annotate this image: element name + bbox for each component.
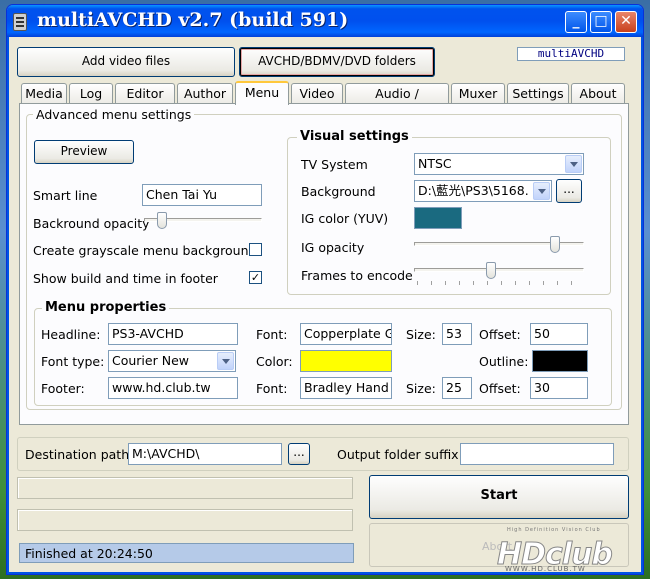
advanced-menu-settings-legend: Advanced menu settings xyxy=(33,107,195,122)
add-folders-button[interactable]: AVCHD/BDMV/DVD folders xyxy=(239,47,435,77)
tab-strip: Media Log Editor Author Menu Video Audio… xyxy=(19,81,629,120)
show-build-time-checkbox[interactable]: ✓ xyxy=(249,271,262,284)
slider-thumb[interactable] xyxy=(157,212,167,229)
watermark-tagline: High Definition Vision Club xyxy=(507,527,601,533)
tab-about[interactable]: About xyxy=(571,83,625,104)
menu-tab-panel: Advanced menu settings Preview Smart lin… xyxy=(19,103,629,425)
ig-opacity-slider[interactable] xyxy=(414,236,584,260)
font-type-select[interactable]: Courier New xyxy=(108,350,236,372)
headline-input[interactable]: PS3-AVCHD xyxy=(108,323,238,345)
footer-font-input[interactable]: Bradley Hand IT xyxy=(300,377,392,399)
headline-font-label: Font: xyxy=(256,327,288,342)
headline-font-input[interactable]: Copperplate Go xyxy=(300,323,392,345)
footer-offset-label: Offset: xyxy=(479,381,521,396)
tv-system-value: NTSC xyxy=(418,156,452,171)
footer-size-label: Size: xyxy=(406,381,436,396)
minimize-button[interactable]: _ xyxy=(565,11,587,33)
smart-line-input[interactable]: Chen Tai Yu xyxy=(142,184,262,206)
background-select[interactable]: D:\藍光\PS3\5168. xyxy=(414,180,552,202)
app-icon[interactable] xyxy=(13,13,27,31)
footer-size-input[interactable]: 25 xyxy=(442,377,472,399)
grayscale-background-checkbox[interactable] xyxy=(249,243,262,256)
menu-properties-legend: Menu properties xyxy=(42,300,170,315)
tab-log[interactable]: Log xyxy=(69,83,113,104)
progress-bar-1 xyxy=(17,477,353,499)
slider-thumb[interactable] xyxy=(550,236,560,253)
background-value: D:\藍光\PS3\5168. xyxy=(418,183,529,198)
tab-muxer[interactable]: Muxer xyxy=(451,83,505,104)
destination-path-label: Destination path: xyxy=(25,447,134,462)
visual-settings-legend: Visual settings xyxy=(297,129,412,144)
footer-offset-input[interactable]: 30 xyxy=(530,377,588,399)
title-bar[interactable]: multiAVCHD v2.7 (build 591) _ □ ✕ xyxy=(7,5,643,37)
output-suffix-input[interactable] xyxy=(460,443,614,465)
tab-audio-subtitles[interactable]: Audio / Subtitles xyxy=(345,83,449,120)
background-label: Background xyxy=(301,184,376,199)
tab-video[interactable]: Video xyxy=(291,83,343,104)
frames-to-encode-slider[interactable] xyxy=(414,262,584,286)
font-type-label: Font type: xyxy=(41,354,105,369)
maximize-button[interactable]: □ xyxy=(590,11,612,33)
progress-bar-2 xyxy=(17,509,353,531)
smart-line-label: Smart line xyxy=(33,188,98,203)
outline-color-swatch[interactable] xyxy=(532,350,588,372)
tab-settings[interactable]: Settings xyxy=(507,83,569,104)
hdclub-watermark: High Definition Vision Club HDclub WWW.H… xyxy=(477,525,643,573)
tv-system-label: TV System xyxy=(301,157,368,172)
show-build-time-label: Show build and time in footer xyxy=(33,271,218,286)
tab-author[interactable]: Author xyxy=(177,83,233,104)
destination-group: Destination path: M:\AVCHD\ ... Output f… xyxy=(17,437,629,471)
tab-media[interactable]: Media xyxy=(21,83,67,104)
headline-offset-input[interactable]: 50 xyxy=(530,323,588,345)
tab-editor[interactable]: Editor xyxy=(115,83,175,104)
preview-button[interactable]: Preview xyxy=(34,140,134,164)
font-type-value: Courier New xyxy=(112,353,189,368)
app-tag-label: multiAVCHD xyxy=(517,47,625,61)
text-color-swatch[interactable] xyxy=(300,350,392,372)
start-button[interactable]: Start xyxy=(369,475,629,519)
footer-font-label: Font: xyxy=(256,381,288,396)
close-button[interactable]: ✕ xyxy=(615,11,637,33)
grayscale-background-label: Create grayscale menu background xyxy=(33,243,257,258)
color-label: Color: xyxy=(256,354,293,369)
chevron-down-icon[interactable] xyxy=(565,155,582,173)
headline-size-label: Size: xyxy=(406,327,436,342)
frames-to-encode-label: Frames to encode xyxy=(301,268,413,283)
status-text: Finished at 20:24:50 xyxy=(19,543,354,563)
window-title: multiAVCHD v2.7 (build 591) xyxy=(37,9,349,31)
background-opacity-slider[interactable] xyxy=(144,212,262,236)
footer-input[interactable]: www.hd.club.tw xyxy=(108,377,238,399)
destination-browse-button[interactable]: ... xyxy=(288,443,310,465)
tab-menu[interactable]: Menu xyxy=(235,81,289,105)
headline-label: Headline: xyxy=(41,327,101,342)
destination-path-input[interactable]: M:\AVCHD\ xyxy=(128,443,282,465)
slider-track xyxy=(414,268,584,272)
ig-color-label: IG color (YUV) xyxy=(301,211,389,226)
outline-label: Outline: xyxy=(479,354,529,369)
watermark-url: WWW.HD.CLUB.TW xyxy=(505,565,586,573)
slider-ticks xyxy=(417,281,581,285)
footer-label: Footer: xyxy=(41,381,85,396)
add-video-files-button[interactable]: Add video files xyxy=(17,47,235,77)
chevron-down-icon[interactable] xyxy=(533,182,550,200)
background-browse-button[interactable]: ... xyxy=(556,179,582,203)
headline-offset-label: Offset: xyxy=(479,327,521,342)
chevron-down-icon[interactable] xyxy=(217,352,234,370)
ig-color-swatch[interactable] xyxy=(414,207,462,229)
slider-thumb[interactable] xyxy=(486,262,496,279)
tv-system-select[interactable]: NTSC xyxy=(414,153,584,175)
app-window: multiAVCHD v2.7 (build 591) _ □ ✕ Add vi… xyxy=(6,4,644,575)
headline-size-input[interactable]: 53 xyxy=(442,323,472,345)
ig-opacity-label: IG opacity xyxy=(301,240,365,255)
output-suffix-label: Output folder suffix: xyxy=(337,447,463,462)
background-opacity-label: Backround opacity xyxy=(33,216,150,231)
